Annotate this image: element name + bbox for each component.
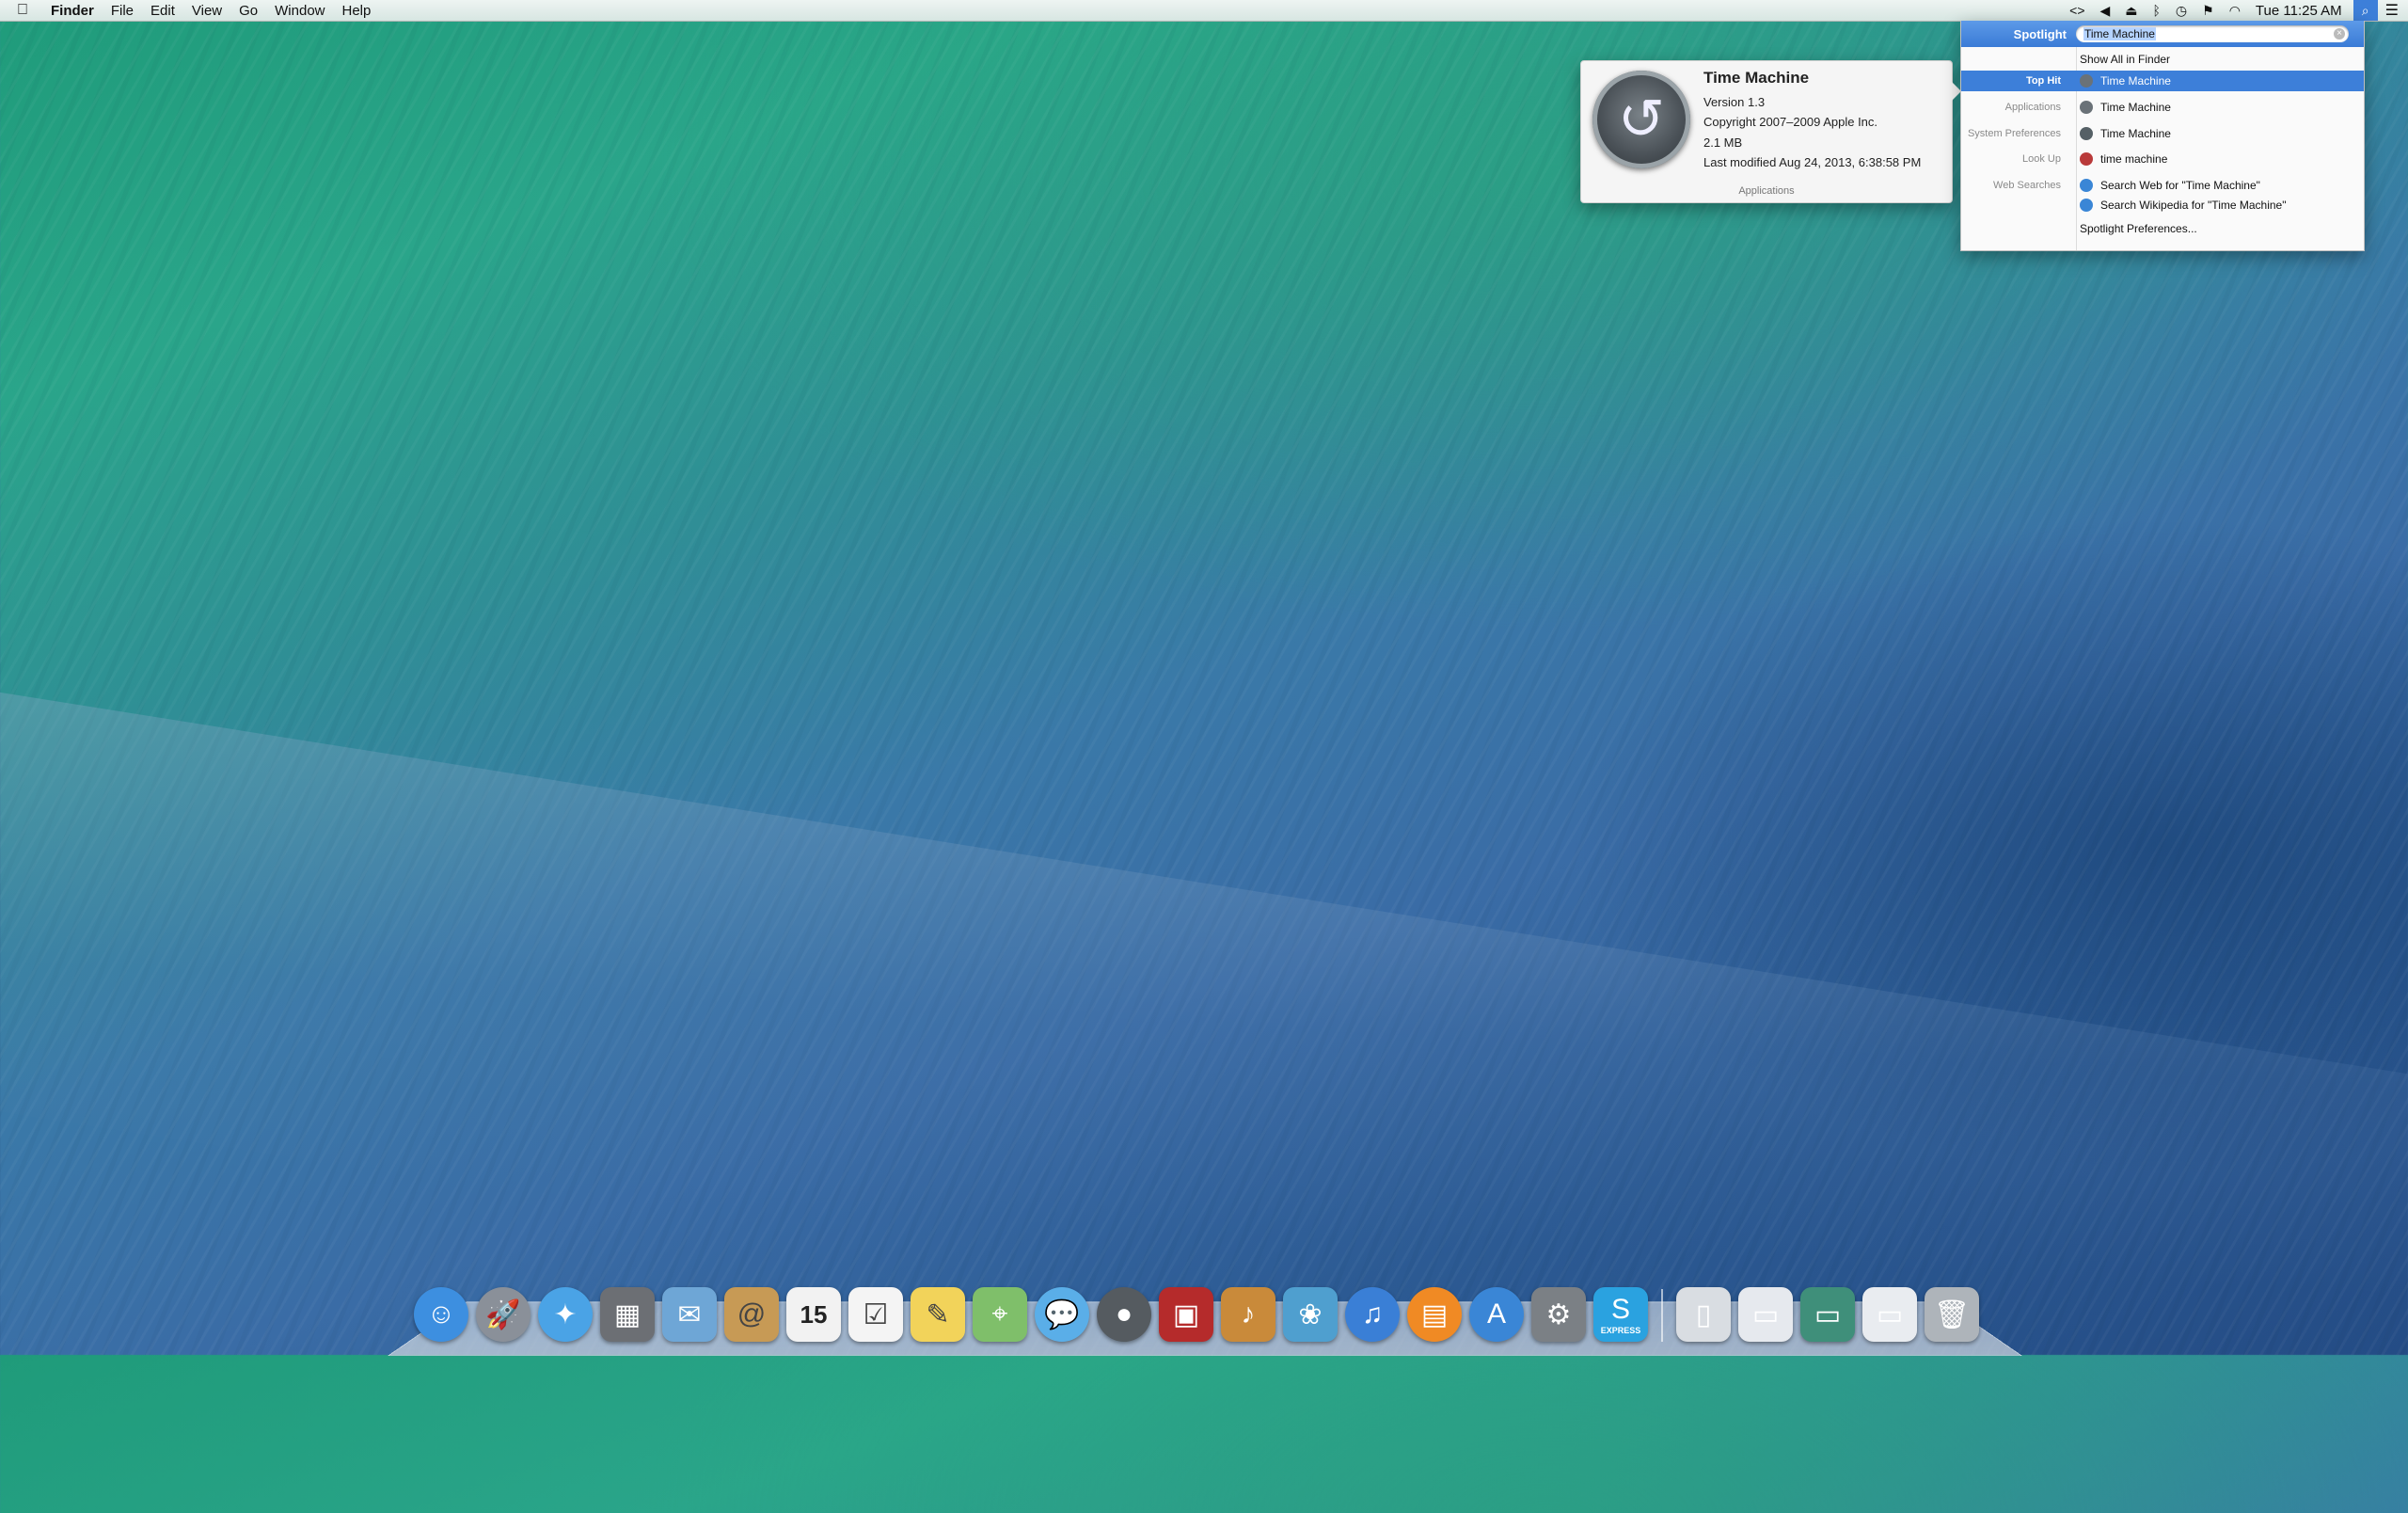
spotlight-result-row[interactable]: Spotlight Preferences... (1961, 218, 2364, 239)
time-machine-icon (2080, 101, 2093, 114)
launchpad-icon[interactable]: 🚀 (476, 1287, 531, 1342)
time-machine-status-icon[interactable]: ◷ (2176, 3, 2187, 19)
menu-file[interactable]: File (111, 3, 134, 19)
code-icon[interactable]: <> (2069, 3, 2084, 18)
app-store-icon[interactable]: A (1469, 1287, 1524, 1342)
dictionary-icon (2080, 152, 2093, 166)
spotlight-category-label: System Preferences (1967, 128, 2061, 139)
spotlight-category-label: Top Hit (2025, 75, 2061, 87)
volume-left-icon[interactable]: ◀ (2100, 3, 2111, 19)
input-flag-icon[interactable]: ⚑ (2202, 3, 2214, 19)
skype-glyph: S (1610, 1294, 1630, 1325)
notification-center-icon[interactable]: ☰ (2385, 1, 2399, 20)
documents-stack-icon[interactable]: ▯ (1676, 1287, 1731, 1342)
spotlight-result-text: time machine (2100, 152, 2168, 166)
preview-location: Applications (1738, 185, 1795, 197)
time-machine-icon (2080, 74, 2093, 88)
facetime-icon[interactable]: ● (1097, 1287, 1151, 1342)
spotlight-result-text: Time Machine (2100, 101, 2171, 114)
spotlight-result-row[interactable]: Look Up time machine (1961, 149, 2364, 169)
dock: ☺ 🚀 ✦ ▦ ✉ @15 ☑ ✎ ⌖ 💬 ● ▣ ♪ ❀ ♫ ▤ A ⚙ S EXPRESS ▯ ▭ ▭ ▭ 🗑 (414, 1276, 2013, 1342)
system-preferences-icon[interactable]: ⚙ (1531, 1287, 1586, 1342)
spotlight-preview-card: ↺ Time Machine Version 1.3 Copyright 200… (1580, 60, 1961, 203)
apple-menu-icon[interactable]:  (17, 2, 34, 19)
spotlight-category-label: Look Up (2022, 153, 2061, 165)
ibooks-icon[interactable]: ▤ (1407, 1287, 1462, 1342)
spotlight-result-text: Search Web for "Time Machine" (2100, 179, 2260, 192)
spotlight-result-row[interactable]: Search Wikipedia for "Time Machine" (1961, 195, 2364, 215)
menu-go[interactable]: Go (239, 3, 258, 19)
spotlight-result-row[interactable]: Show All in Finder (1961, 49, 2364, 70)
spotlight-result-row[interactable]: Applications Time Machine (1961, 97, 2364, 118)
menu-window[interactable]: Window (275, 3, 325, 19)
skype-express-icon[interactable]: S EXPRESS (1593, 1287, 1648, 1342)
status-menus: <> ◀ ⏏ ᛒ ◷ ⚑ ◠ Tue 11:25 AM ⌕ ☰ (2054, 0, 2408, 21)
globe-icon (2080, 179, 2093, 192)
spotlight-label: Spotlight (2013, 26, 2067, 41)
spotlight-result-text: Time Machine (2100, 74, 2171, 88)
menubar-clock[interactable]: Tue 11:25 AM (2256, 3, 2342, 19)
spotlight-result-row[interactable]: System Preferences Time Machine (1961, 123, 2364, 144)
wifi-icon[interactable]: ◠ (2229, 3, 2241, 19)
downloads-stack-icon[interactable]: ▭ (1738, 1287, 1793, 1342)
preview-version: Version 1.3 (1703, 95, 1766, 109)
screenshot-stack-icon[interactable]: ▭ (1800, 1287, 1855, 1342)
preview-title: Time Machine (1703, 69, 1810, 87)
photo-booth-icon[interactable]: ▣ (1159, 1287, 1213, 1342)
image-capture-icon[interactable]: ▦ (600, 1287, 655, 1342)
express-label: EXPRESS (1600, 1326, 1641, 1335)
garageband-icon[interactable]: ♪ (1221, 1287, 1275, 1342)
preview-modified: Last modified Aug 24, 2013, 6:38:58 PM (1703, 155, 1922, 169)
finder-icon[interactable]: ☺ (414, 1287, 468, 1342)
reminders-icon[interactable]: ☑ (848, 1287, 903, 1342)
menu-view[interactable]: View (192, 3, 222, 19)
spotlight-query[interactable]: Time Machine (2083, 27, 2156, 40)
spotlight-search-icon[interactable]: ⌕ (2353, 0, 2378, 21)
eject-icon[interactable]: ⏏ (2125, 3, 2137, 19)
globe-icon (2080, 199, 2093, 212)
time-machine-large-icon: ↺ (1592, 71, 1690, 168)
calendar-icon[interactable]: 15 (786, 1287, 841, 1342)
spotlight-header: Spotlight Time Machine × (1961, 21, 2364, 47)
messages-icon[interactable]: 💬 (1035, 1287, 1089, 1342)
spotlight-result-row[interactable]: Top Hit Time Machine (1961, 71, 2364, 91)
preview-copyright: Copyright 2007–2009 Apple Inc. (1703, 115, 1878, 129)
notes-icon[interactable]: ✎ (911, 1287, 965, 1342)
menu-edit[interactable]: Edit (150, 3, 175, 19)
preview-size: 2.1 MB (1703, 135, 1743, 150)
clear-search-icon[interactable]: × (2334, 28, 2345, 40)
spotlight-result-text: Spotlight Preferences... (2080, 222, 2197, 235)
maps-icon[interactable]: ⌖ (973, 1287, 1027, 1342)
trash-icon[interactable]: 🗑 (1925, 1287, 1979, 1342)
menu-help[interactable]: Help (342, 3, 372, 19)
dock-divider (1661, 1289, 1663, 1342)
menu-app-finder[interactable]: Finder (51, 3, 94, 19)
itunes-icon[interactable]: ♫ (1345, 1287, 1400, 1342)
mail-icon[interactable]: ✉ (662, 1287, 717, 1342)
wallpaper-wave (0, 677, 2408, 1513)
spotlight-category-label: Web Searches (1993, 180, 2061, 191)
spotlight-category-label: Applications (2004, 102, 2061, 113)
applications-stack-icon[interactable]: ▭ (1862, 1287, 1917, 1342)
bluetooth-icon[interactable]: ᛒ (2153, 3, 2161, 18)
safari-icon[interactable]: ✦ (538, 1287, 593, 1342)
spotlight-result-text: Search Wikipedia for "Time Machine" (2100, 199, 2287, 212)
spotlight-search-field[interactable]: Time Machine × (2076, 25, 2349, 42)
spotlight-result-row[interactable]: Web Searches Search Web for "Time Machine… (1961, 175, 2364, 196)
spotlight-result-text: Time Machine (2100, 127, 2171, 140)
time-machine-prefs-icon (2080, 127, 2093, 140)
iphoto-icon[interactable]: ❀ (1283, 1287, 1338, 1342)
spotlight-menu: Spotlight Time Machine × Show All in Fin… (1960, 21, 2365, 251)
spotlight-result-text: Show All in Finder (2080, 53, 2171, 66)
contacts-icon[interactable]: @ (724, 1287, 779, 1342)
menu-bar:  Finder File Edit View Go Window Help <… (0, 0, 2408, 22)
